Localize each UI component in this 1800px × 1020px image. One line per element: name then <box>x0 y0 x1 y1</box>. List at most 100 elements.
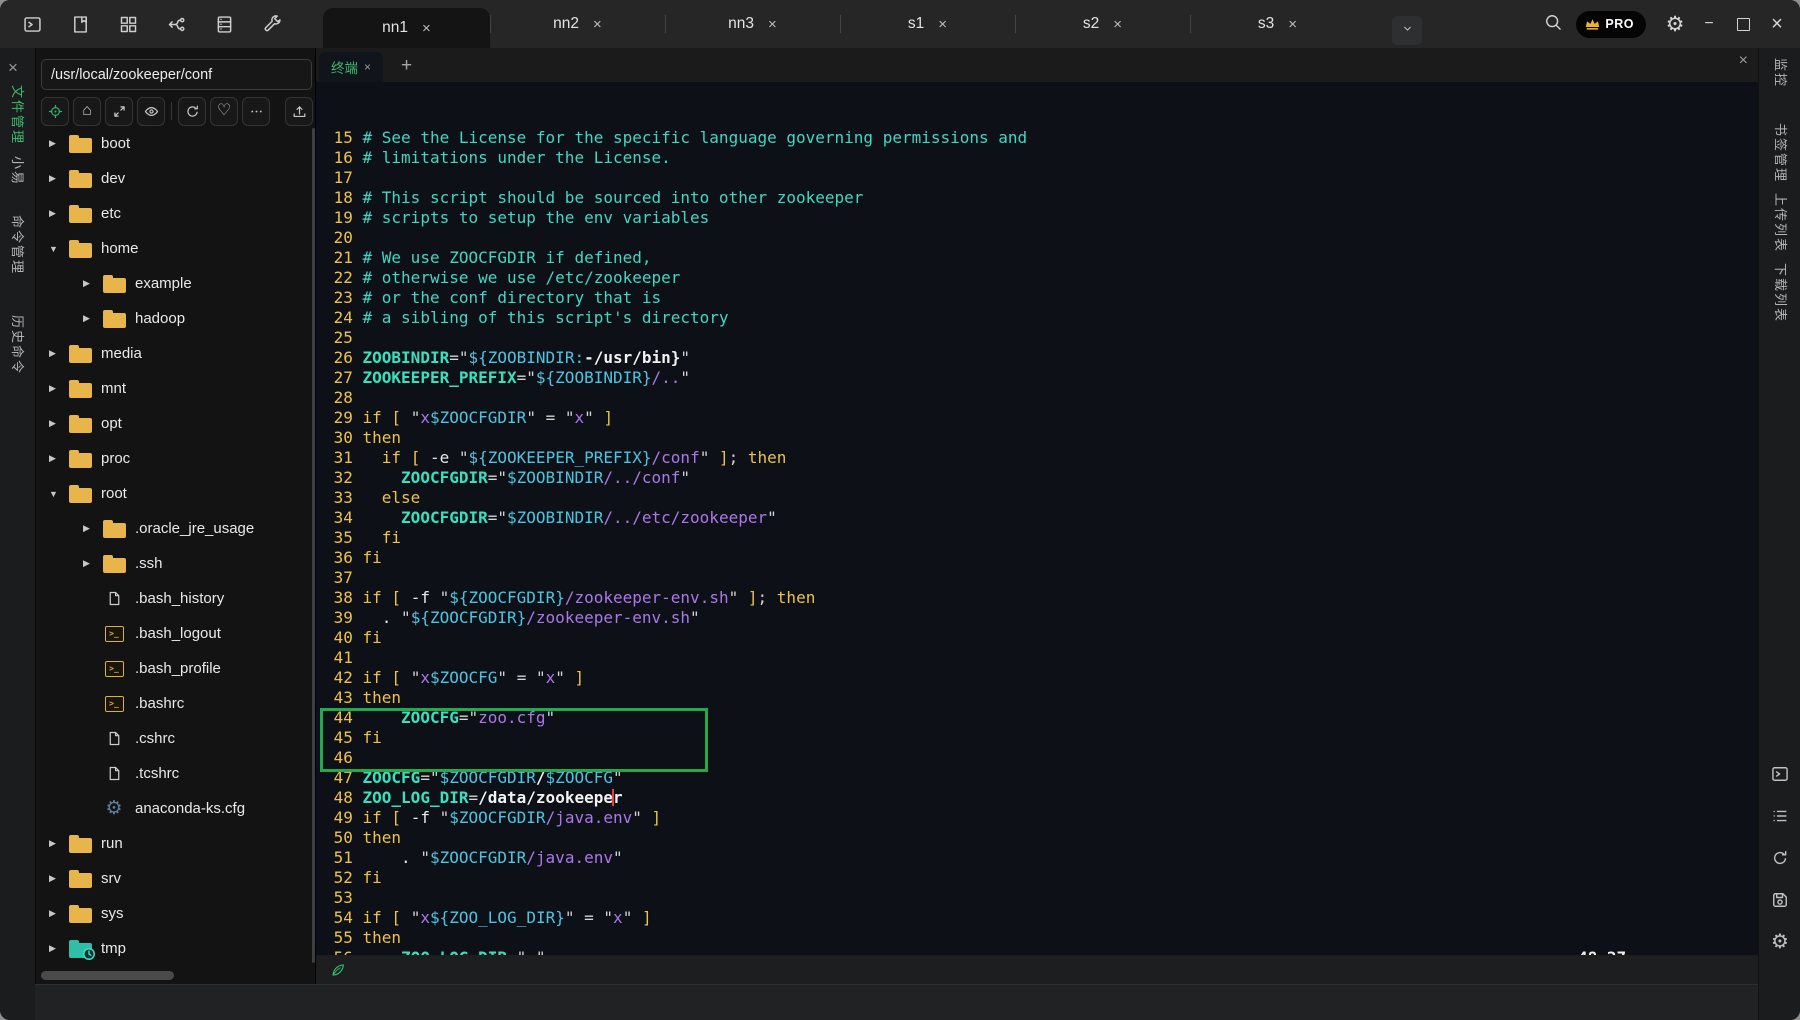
chevron-right-icon[interactable]: ▶ <box>49 908 59 919</box>
tab-close-icon[interactable]: × <box>1113 16 1122 33</box>
tab-close-icon[interactable]: × <box>422 20 431 37</box>
terminal-tab-close-icon[interactable]: × <box>364 60 371 74</box>
panel-close-icon[interactable]: × <box>8 58 18 78</box>
chevron-right-icon[interactable]: ▶ <box>49 383 59 394</box>
tree-item-boot[interactable]: ▶boot <box>36 126 312 161</box>
chevron-right-icon[interactable]: ▶ <box>49 943 59 954</box>
tree-item-.bashrc[interactable]: >_.bashrc <box>36 686 312 721</box>
chevron-right-icon[interactable]: ▶ <box>49 418 59 429</box>
refresh-button[interactable] <box>178 97 206 126</box>
tree-item-sys[interactable]: ▶sys <box>36 896 312 931</box>
tree-item-root[interactable]: ▼root <box>36 476 312 511</box>
chevron-right-icon[interactable]: ▶ <box>49 348 59 359</box>
servers-icon[interactable] <box>212 12 236 36</box>
pro-badge[interactable]: PRO <box>1576 11 1646 38</box>
locate-button[interactable] <box>41 97 69 126</box>
terminal-panel-close-icon[interactable]: × <box>1739 52 1748 70</box>
chevron-right-icon[interactable]: ▶ <box>83 313 93 324</box>
chevron-right-icon[interactable]: ▶ <box>49 838 59 849</box>
tab-s1[interactable]: s1× <box>840 0 1015 48</box>
chevron-right-icon[interactable]: ▶ <box>83 558 93 569</box>
topology-icon[interactable] <box>164 12 188 36</box>
chevron-down-icon[interactable]: ▼ <box>49 489 59 499</box>
tree-item-mnt[interactable]: ▶mnt <box>36 371 312 406</box>
heart-button[interactable]: ♡ <box>210 97 238 126</box>
bookmark-icon[interactable] <box>68 12 92 36</box>
terminal-icon[interactable] <box>1769 763 1791 785</box>
sidebar-item-inactive[interactable]: 小易 <box>9 156 28 186</box>
tree-item-proc[interactable]: ▶ proc <box>36 441 312 476</box>
refresh-icon[interactable] <box>1769 847 1791 869</box>
wrench-icon[interactable] <box>260 12 284 36</box>
tree-item-example[interactable]: ▶example <box>36 266 312 301</box>
sidebar-item-inactive[interactable]: 历史命令 <box>9 315 28 375</box>
upload-button[interactable] <box>285 97 313 126</box>
tree-item-.cshrc[interactable]: .cshrc <box>36 721 312 756</box>
home-button[interactable]: ⌂ <box>73 97 101 126</box>
close-button[interactable]: × <box>1760 7 1794 41</box>
eye-button[interactable] <box>137 97 165 126</box>
chevron-right-icon[interactable]: ▶ <box>49 208 59 219</box>
line-number: 27 <box>324 368 353 388</box>
tab-nn2[interactable]: nn2× <box>490 0 665 48</box>
list-icon[interactable] <box>1769 805 1791 827</box>
tab-s3[interactable]: s3× <box>1190 0 1365 48</box>
gear-icon[interactable]: ⚙ <box>1769 931 1791 953</box>
tree-item-.ssh[interactable]: ▶.ssh <box>36 546 312 581</box>
more-button[interactable] <box>242 97 270 126</box>
terminal-tab[interactable]: 终端 × <box>319 52 383 82</box>
tab-overflow-button[interactable] <box>1392 16 1422 45</box>
tree-item-.bash_logout[interactable]: >_.bash_logout <box>36 616 312 651</box>
chevron-down-icon[interactable]: ▼ <box>49 244 59 254</box>
tree-item-home[interactable]: ▼home <box>36 231 312 266</box>
tree-item-.bash_history[interactable]: .bash_history <box>36 581 312 616</box>
maximize-button[interactable] <box>1726 7 1760 41</box>
chevron-right-icon[interactable]: ▶ <box>49 173 59 184</box>
tree-item-anaconda-ks.cfg[interactable]: ⚙anaconda-ks.cfg <box>36 791 312 826</box>
tab-close-icon[interactable]: × <box>1288 16 1297 33</box>
tree-item-media[interactable]: ▶media <box>36 336 312 371</box>
tab-s2[interactable]: s2× <box>1015 0 1190 48</box>
tree-item-label: proc <box>101 450 130 467</box>
save-icon[interactable] <box>1769 889 1791 911</box>
tree-item-hadoop[interactable]: ▶hadoop <box>36 301 312 336</box>
right-sidebar-item[interactable]: 监控 <box>1772 58 1791 88</box>
tree-item-run[interactable]: ▶run <box>36 826 312 861</box>
tab-nn1[interactable]: nn1× <box>323 8 490 48</box>
chevron-right-icon[interactable]: ▶ <box>49 138 59 149</box>
tree-item-srv[interactable]: ▶srv <box>36 861 312 896</box>
tab-nn3[interactable]: nn3× <box>665 0 840 48</box>
chevron-right-icon[interactable]: ▶ <box>49 453 59 464</box>
chevron-right-icon[interactable]: ▶ <box>83 523 93 534</box>
tree-item-opt[interactable]: ▶opt <box>36 406 312 441</box>
chevron-right-icon[interactable]: ▶ <box>49 873 59 884</box>
tree-item-tmp[interactable]: ▶tmp <box>36 931 312 966</box>
tree-item-.tcshrc[interactable]: .tcshrc <box>36 756 312 791</box>
right-sidebar-item[interactable]: 上传列表 <box>1772 193 1791 253</box>
terminal-icon[interactable] <box>20 12 44 36</box>
refresh-icon <box>184 103 201 120</box>
tab-close-icon[interactable]: × <box>938 16 947 33</box>
line-number: 19 <box>324 208 353 228</box>
sidebar-item-active[interactable]: 文件管理 <box>9 85 28 145</box>
sidebar-item-inactive[interactable]: 命令管理 <box>9 215 28 275</box>
right-sidebar-item[interactable]: 下载列表 <box>1772 263 1791 323</box>
tree-item-.oracle_jre_usage[interactable]: ▶.oracle_jre_usage <box>36 511 312 546</box>
tab-close-icon[interactable]: × <box>768 16 777 33</box>
path-input[interactable] <box>41 59 312 90</box>
terminal-screen[interactable]: 15# See the License for the specific lan… <box>316 82 1759 955</box>
new-terminal-button[interactable]: + <box>401 52 412 80</box>
tree-item-.bash_profile[interactable]: >_.bash_profile <box>36 651 312 686</box>
tree-horizontal-scrollbar[interactable] <box>41 971 174 980</box>
right-sidebar-item[interactable]: 书签管理 <box>1772 123 1791 183</box>
settings-button[interactable]: ⚙ <box>1658 7 1692 41</box>
search-button[interactable] <box>1536 7 1570 41</box>
resize-button[interactable] <box>105 97 133 126</box>
right-sidebar-icons: ⚙ <box>1759 763 1800 953</box>
chevron-right-icon[interactable]: ▶ <box>83 278 93 289</box>
minimize-button[interactable]: − <box>1692 7 1726 41</box>
layout-icon[interactable] <box>116 12 140 36</box>
tree-item-etc[interactable]: ▶etc <box>36 196 312 231</box>
tab-close-icon[interactable]: × <box>593 16 602 33</box>
tree-item-dev[interactable]: ▶dev <box>36 161 312 196</box>
